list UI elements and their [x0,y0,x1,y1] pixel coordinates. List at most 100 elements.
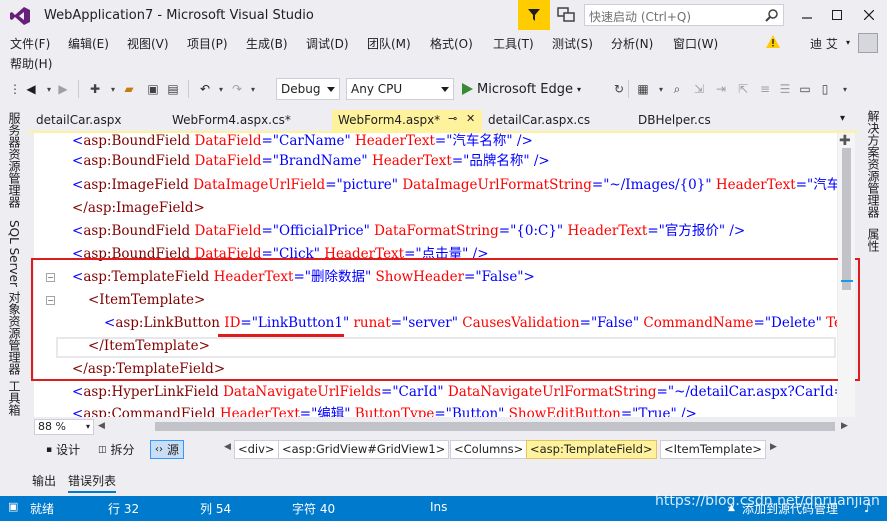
breadcrumb-columns[interactable]: <Columns> [450,440,528,459]
navigate-back-icon[interactable]: ◀ [22,80,40,98]
error-list-tab[interactable]: 错误列表 [68,472,117,493]
menu-tools[interactable]: 工具(T) [493,35,534,52]
avatar[interactable] [858,33,878,53]
menu-window[interactable]: 窗口(W) [673,35,718,52]
notifications-filter-icon[interactable] [518,0,550,30]
properties-tab[interactable]: 属性 [865,228,882,252]
design-view-button[interactable]: ▪ 设计 [42,440,84,459]
search-icon [765,9,778,22]
breadcrumb-gridview[interactable]: <asp:GridView#GridView1> [278,440,450,459]
warning-icon[interactable] [766,35,780,48]
breadcrumb-itemtemplate[interactable]: <ItemTemplate> [660,440,766,459]
tab-webform4-aspx-cs[interactable]: WebForm4.aspx.cs* [166,110,297,132]
tab-detailcar-aspx-cs[interactable]: detailCar.aspx.cs [482,110,596,132]
breadcrumb-forward-icon[interactable]: ▶ [770,442,777,452]
code-line: </asp:ImageField> [72,200,205,216]
menu-edit[interactable]: 编辑(E) [68,35,109,52]
comment-icon[interactable]: ▭ [796,80,814,98]
menu-team[interactable]: 团队(M) [367,35,411,52]
start-dropdown-icon: ▾ [577,84,582,94]
output-tab[interactable]: 输出 [32,472,56,489]
status-insert-mode: Ins [430,500,448,514]
open-file-icon[interactable]: ▰ [120,80,138,98]
close-tab-icon[interactable]: ✕ [466,112,475,125]
highlight-annotation-box [31,258,860,381]
vertical-scrollbar-thumb[interactable] [842,148,851,290]
toolbar-separator [188,80,189,98]
pin-tab-icon[interactable]: ⊸ [448,112,457,125]
tab-dbhelper-cs[interactable]: DBHelper.cs [632,110,717,132]
title-bar: WebApplication7 - Microsoft Visual Studi… [0,0,887,32]
horizontal-scrollbar-thumb[interactable] [155,422,835,431]
design-view-label: 设计 [56,443,81,457]
sql-server-object-explorer-tab[interactable]: SQL Server 对象资源管理器 [6,220,23,375]
account-dropdown-icon[interactable]: ▾ [846,38,850,47]
menu-project[interactable]: 项目(P) [187,35,228,52]
minimize-button[interactable] [794,4,820,26]
source-view-label: 源 [167,443,180,457]
navigate-forward-icon[interactable]: ▶ [54,80,72,98]
uncomment-icon[interactable]: ▯ [816,80,834,98]
zoom-select[interactable]: 88 % ▾ [34,419,94,435]
save-icon[interactable]: ▣ [144,80,162,98]
toolbar-options-icon[interactable]: ▾ [836,80,854,98]
tab-detailcar-aspx[interactable]: detailCar.aspx [30,110,127,132]
toolbox-tab[interactable]: 工具箱 [6,380,23,416]
find-icon[interactable]: ⌕ [668,80,686,98]
scroll-left-icon[interactable]: ◀ [98,421,105,431]
menu-test[interactable]: 测试(S) [552,35,593,52]
platform-value: Any CPU [351,82,403,96]
outdent-icon[interactable]: ☰ [776,80,794,98]
visual-studio-logo-icon [10,7,30,25]
start-debugging-button[interactable]: Microsoft Edge ▾ [462,79,581,99]
maximize-icon [832,10,842,20]
refresh-icon[interactable]: ↻ [610,80,628,98]
scroll-right-icon[interactable]: ▶ [841,421,848,431]
breadcrumb-templatefield[interactable]: <asp:TemplateField> [526,440,657,459]
source-view-icon: ‹› [155,444,163,455]
menu-debug[interactable]: 调试(D) [306,35,349,52]
new-project-icon[interactable]: ✚ [86,80,104,98]
tab-webform4-aspx[interactable]: WebForm4.aspx* [332,110,482,132]
status-column: 列 54 [200,502,232,516]
menu-analyze[interactable]: 分析(N) [611,35,653,52]
redo-dropdown-icon[interactable]: ▾ [244,80,262,98]
start-button-label: Microsoft Edge [477,81,574,97]
menu-file[interactable]: 文件(F) [10,35,50,52]
platform-select[interactable]: Any CPU [346,78,454,100]
source-view-button[interactable]: ‹› 源 [150,440,185,459]
close-window-button[interactable] [856,4,882,26]
quick-launch-input[interactable]: 快速启动 (Ctrl+Q) [584,4,784,26]
step-out-icon[interactable]: ⇱ [734,80,752,98]
browser-link-icon[interactable]: ▦ [634,80,652,98]
breadcrumb-div[interactable]: <div> [234,440,279,459]
step-over-icon[interactable]: ⇥ [712,80,730,98]
feedback-icon[interactable] [556,6,576,24]
indent-icon[interactable]: ≡ [756,80,774,98]
menu-build[interactable]: 生成(B) [246,35,288,52]
watermark: https://blog.csdn.net/dnruanjian [655,493,880,509]
menu-format[interactable]: 格式(O) [430,35,473,52]
status-ready-icon: ▣ [8,500,19,513]
tab-overflow-dropdown-icon[interactable]: ▾ [840,113,845,124]
menu-help[interactable]: 帮助(H) [10,55,52,72]
split-view-button[interactable]: ◫ 拆分 [94,440,139,459]
configuration-select[interactable]: Debug [276,78,340,100]
server-explorer-tab[interactable]: 服务器资源管理器 [6,112,23,208]
document-tab-well: detailCar.aspx WebForm4.aspx.cs* WebForm… [28,110,859,132]
menu-bar: 文件(F) 编辑(E) 视图(V) 项目(P) 生成(B) 调试(D) 团队(M… [0,32,887,72]
user-account-name[interactable]: 迪 艾 [810,35,838,52]
split-view-label: 拆分 [110,443,135,457]
toolbar-separator [628,80,629,98]
scrollbar-caret-marker [841,280,853,282]
menu-view[interactable]: 视图(V) [127,35,169,52]
code-line: <asp:CommandField HeaderText="编辑" Button… [72,406,697,417]
window-title: WebApplication7 - Microsoft Visual Studi… [44,8,314,23]
solution-explorer-tab[interactable]: 解决方案资源管理器 [865,110,882,218]
close-icon [864,10,874,20]
save-all-icon[interactable]: ▤ [164,80,182,98]
maximize-button[interactable] [824,4,850,26]
step-into-icon[interactable]: ⇲ [690,80,708,98]
breadcrumb-back-icon[interactable]: ◀ [224,442,231,452]
split-editor-icon[interactable]: ✚ [839,133,851,149]
